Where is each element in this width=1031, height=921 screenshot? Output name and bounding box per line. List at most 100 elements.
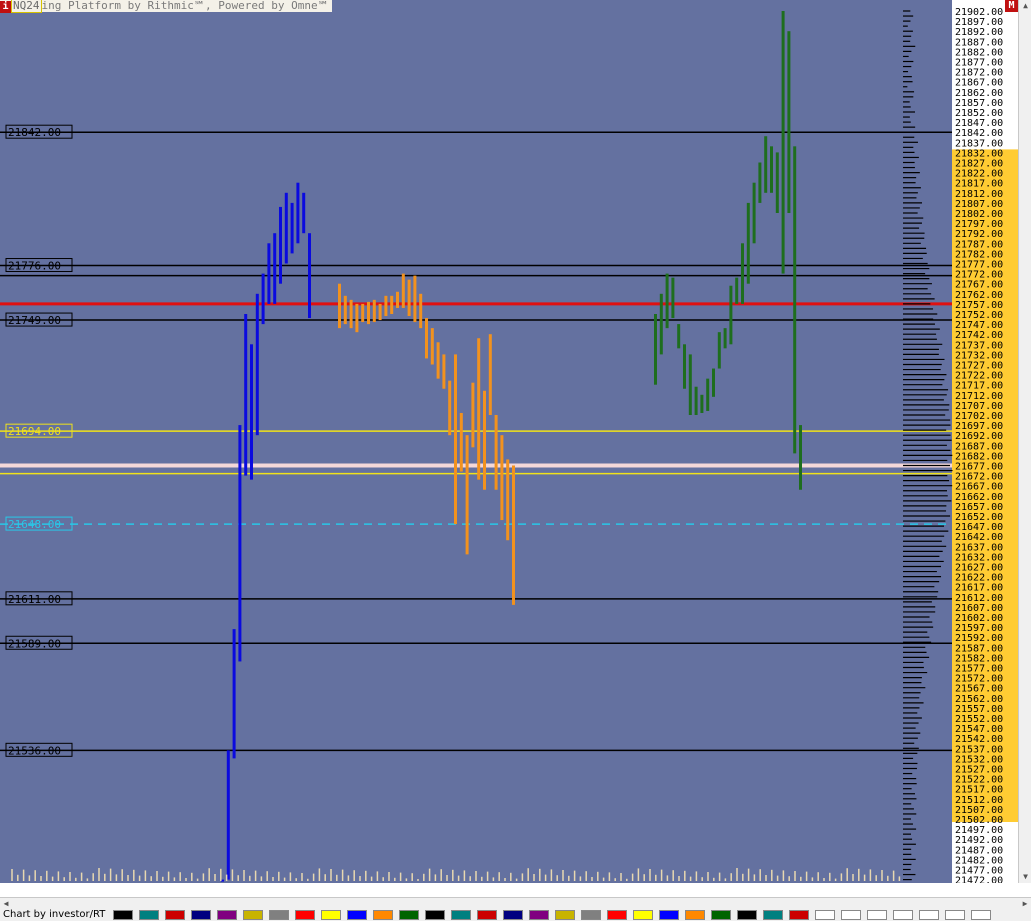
price-bar bbox=[338, 284, 341, 328]
color-swatch[interactable] bbox=[373, 910, 393, 920]
level-label: 21611.00 bbox=[8, 593, 61, 606]
price-bar bbox=[735, 278, 738, 304]
color-swatch[interactable] bbox=[321, 910, 341, 920]
color-swatch[interactable] bbox=[399, 910, 419, 920]
price-bar bbox=[483, 391, 486, 490]
level-label: 21842.00 bbox=[8, 126, 61, 139]
title-bar: i NQ24 ing Platform by Rithmic℠, Powered b… bbox=[0, 0, 332, 12]
price-bar bbox=[753, 183, 756, 244]
price-bar bbox=[799, 425, 802, 490]
color-swatch[interactable] bbox=[555, 910, 575, 920]
price-bar bbox=[408, 280, 411, 316]
color-swatch[interactable] bbox=[581, 910, 601, 920]
price-bar bbox=[279, 207, 282, 284]
color-swatch[interactable] bbox=[815, 910, 835, 920]
color-palette-bar: Chart by investor/RT bbox=[0, 909, 1031, 921]
level-label: 21536.00 bbox=[8, 744, 61, 757]
color-swatch[interactable] bbox=[139, 910, 159, 920]
color-swatch[interactable] bbox=[685, 910, 705, 920]
color-swatch[interactable] bbox=[659, 910, 679, 920]
price-bar bbox=[787, 31, 790, 213]
color-swatch[interactable] bbox=[217, 910, 237, 920]
price-bar bbox=[373, 300, 376, 322]
price-bar bbox=[764, 136, 767, 193]
color-swatch[interactable] bbox=[425, 910, 445, 920]
scroll-down-icon[interactable]: ▼ bbox=[1019, 871, 1031, 883]
level-label: 21648.00 bbox=[8, 518, 61, 531]
color-swatch[interactable] bbox=[503, 910, 523, 920]
symbol-label[interactable]: NQ24 bbox=[11, 0, 42, 13]
price-bar bbox=[512, 466, 515, 605]
price-bar bbox=[747, 203, 750, 284]
color-swatch[interactable] bbox=[607, 910, 627, 920]
price-bar bbox=[460, 413, 463, 472]
price-bar bbox=[361, 304, 364, 322]
price-bar bbox=[384, 296, 387, 316]
price-bar bbox=[489, 334, 492, 415]
price-bar bbox=[758, 163, 761, 203]
price-bar bbox=[367, 302, 370, 324]
price-bar bbox=[448, 381, 451, 436]
price-bar bbox=[390, 296, 393, 314]
price-bar bbox=[466, 435, 469, 554]
price-bar bbox=[285, 193, 288, 264]
color-swatch[interactable] bbox=[763, 910, 783, 920]
scroll-up-icon[interactable]: ▲ bbox=[1019, 0, 1031, 12]
color-swatch[interactable] bbox=[841, 910, 861, 920]
price-bar bbox=[454, 354, 457, 524]
price-bar bbox=[495, 415, 498, 490]
color-swatch[interactable] bbox=[347, 910, 367, 920]
color-swatch[interactable] bbox=[893, 910, 913, 920]
price-bar bbox=[477, 338, 480, 479]
price-bar bbox=[770, 146, 773, 192]
color-swatch[interactable] bbox=[711, 910, 731, 920]
price-bar bbox=[250, 344, 253, 479]
price-bar bbox=[741, 243, 744, 304]
price-bar bbox=[425, 318, 428, 358]
price-chart[interactable]: 21902.0021897.0021892.0021887.0021882.00… bbox=[0, 0, 1018, 883]
price-bar bbox=[660, 294, 663, 355]
color-swatch[interactable] bbox=[945, 910, 965, 920]
price-tick-label: 21472.00 bbox=[955, 876, 1003, 883]
platform-text: ing Platform by Rithmic℠, Powered by Omn… bbox=[42, 0, 329, 12]
price-bar bbox=[718, 332, 721, 368]
color-swatch[interactable] bbox=[789, 910, 809, 920]
color-swatch[interactable] bbox=[737, 910, 757, 920]
price-bar bbox=[273, 233, 276, 304]
color-swatch[interactable] bbox=[971, 910, 991, 920]
price-bar bbox=[695, 387, 698, 415]
price-bar bbox=[706, 379, 709, 411]
price-bar bbox=[654, 314, 657, 385]
price-bar bbox=[262, 274, 265, 325]
price-bar bbox=[471, 383, 474, 448]
color-swatch[interactable] bbox=[451, 910, 471, 920]
price-bar bbox=[308, 233, 311, 318]
price-bar bbox=[302, 193, 305, 233]
color-swatch[interactable] bbox=[191, 910, 211, 920]
color-swatch[interactable] bbox=[243, 910, 263, 920]
color-swatch[interactable] bbox=[867, 910, 887, 920]
color-swatch[interactable] bbox=[477, 910, 497, 920]
price-bar bbox=[296, 183, 299, 244]
price-bar bbox=[677, 324, 680, 348]
color-swatch[interactable] bbox=[633, 910, 653, 920]
color-swatch[interactable] bbox=[295, 910, 315, 920]
info-icon[interactable]: i bbox=[0, 1, 11, 13]
level-label: 21776.00 bbox=[8, 260, 61, 273]
price-bar bbox=[671, 278, 674, 318]
price-bar bbox=[793, 146, 796, 453]
color-swatch[interactable] bbox=[529, 910, 549, 920]
level-label: 21589.00 bbox=[8, 637, 61, 650]
color-swatch[interactable] bbox=[165, 910, 185, 920]
color-swatch[interactable] bbox=[113, 910, 133, 920]
price-bar bbox=[729, 286, 732, 345]
menu-button[interactable]: M bbox=[1005, 0, 1018, 12]
price-bar bbox=[782, 11, 785, 274]
color-swatch[interactable] bbox=[919, 910, 939, 920]
chart-area[interactable]: 21902.00 21897.00 21892.00 21887.00 21882.00… bbox=[0, 0, 952, 883]
color-swatch[interactable] bbox=[269, 910, 289, 920]
price-bar bbox=[419, 294, 422, 328]
price-bar bbox=[442, 354, 445, 388]
vertical-scrollbar[interactable]: ▲ ▼ bbox=[1018, 0, 1031, 883]
price-bar bbox=[267, 243, 270, 304]
